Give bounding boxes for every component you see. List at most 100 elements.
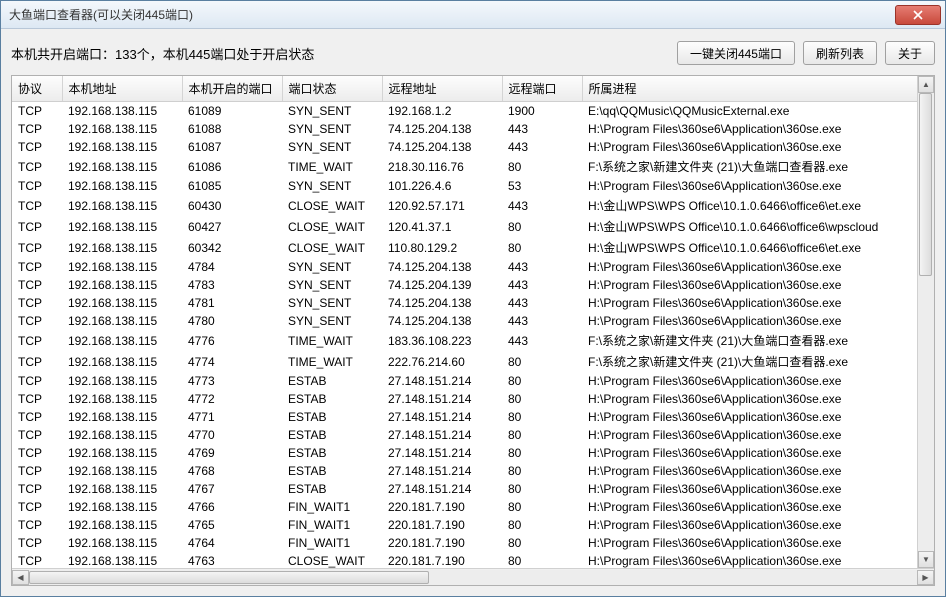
about-button[interactable]: 关于 xyxy=(885,41,935,65)
table-cell: TCP xyxy=(12,177,62,195)
column-header[interactable]: 本机地址 xyxy=(62,76,182,102)
scroll-down-button[interactable]: ▼ xyxy=(918,551,934,568)
scroll-right-button[interactable]: ▶ xyxy=(917,570,934,585)
table-cell: TCP xyxy=(12,138,62,156)
table-row[interactable]: TCP192.168.138.1154776TIME_WAIT183.36.10… xyxy=(12,330,917,351)
table-cell: 443 xyxy=(502,138,582,156)
table-cell: TCP xyxy=(12,462,62,480)
table-cell: 53 xyxy=(502,177,582,195)
table-row[interactable]: TCP192.168.138.11561088SYN_SENT74.125.20… xyxy=(12,120,917,138)
table-row[interactable]: TCP192.168.138.1154774TIME_WAIT222.76.21… xyxy=(12,351,917,372)
table-cell: 443 xyxy=(502,120,582,138)
table-row[interactable]: TCP192.168.138.1154772ESTAB27.148.151.21… xyxy=(12,390,917,408)
table-cell: 60430 xyxy=(182,195,282,216)
table-cell: TCP xyxy=(12,372,62,390)
table-row[interactable]: TCP192.168.138.11561089SYN_SENT192.168.1… xyxy=(12,102,917,121)
table-cell: 222.76.214.60 xyxy=(382,351,502,372)
close-445-button[interactable]: 一键关闭445端口 xyxy=(677,41,795,65)
table-cell: 220.181.7.190 xyxy=(382,516,502,534)
table-cell: 101.226.4.6 xyxy=(382,177,502,195)
scroll-left-button[interactable]: ◀ xyxy=(12,570,29,585)
column-header[interactable]: 端口状态 xyxy=(282,76,382,102)
table-row[interactable]: TCP192.168.138.11560430CLOSE_WAIT120.92.… xyxy=(12,195,917,216)
window-title: 大鱼端口查看器(可以关闭445端口) xyxy=(9,6,895,23)
table-row[interactable]: TCP192.168.138.1154765FIN_WAIT1220.181.7… xyxy=(12,516,917,534)
vertical-scrollbar[interactable]: ▲ ▼ xyxy=(917,76,934,568)
table-row[interactable]: TCP192.168.138.1154773ESTAB27.148.151.21… xyxy=(12,372,917,390)
window-close-button[interactable] xyxy=(895,5,941,25)
table-cell: 192.168.138.115 xyxy=(62,120,182,138)
table-row[interactable]: TCP192.168.138.11560342CLOSE_WAIT110.80.… xyxy=(12,237,917,258)
table-row[interactable]: TCP192.168.138.11561087SYN_SENT74.125.20… xyxy=(12,138,917,156)
table-cell: TCP xyxy=(12,552,62,568)
table-cell: TCP xyxy=(12,120,62,138)
column-header[interactable]: 远程地址 xyxy=(382,76,502,102)
table-cell: H:\金山WPS\WPS Office\10.1.0.6466\office6\… xyxy=(582,195,917,216)
table-cell: F:\系统之家\新建文件夹 (21)\大鱼端口查看器.exe xyxy=(582,351,917,372)
table-cell: 61085 xyxy=(182,177,282,195)
table-cell: ESTAB xyxy=(282,408,382,426)
table-row[interactable]: TCP192.168.138.1154763CLOSE_WAIT220.181.… xyxy=(12,552,917,568)
table-cell: 220.181.7.190 xyxy=(382,552,502,568)
table-row[interactable]: TCP192.168.138.11560427CLOSE_WAIT120.41.… xyxy=(12,216,917,237)
table-row[interactable]: TCP192.168.138.11561086TIME_WAIT218.30.1… xyxy=(12,156,917,177)
table-row[interactable]: TCP192.168.138.1154769ESTAB27.148.151.21… xyxy=(12,444,917,462)
table-cell: 4769 xyxy=(182,444,282,462)
table-cell: 74.125.204.138 xyxy=(382,258,502,276)
table-cell: H:\Program Files\360se6\Application\360s… xyxy=(582,276,917,294)
column-header[interactable]: 远程端口 xyxy=(502,76,582,102)
horizontal-scrollbar[interactable]: ◀ ▶ xyxy=(12,568,934,585)
table-row[interactable]: TCP192.168.138.1154780SYN_SENT74.125.204… xyxy=(12,312,917,330)
vscroll-track[interactable] xyxy=(918,93,934,551)
scroll-up-button[interactable]: ▲ xyxy=(918,76,934,93)
table-row[interactable]: TCP192.168.138.1154783SYN_SENT74.125.204… xyxy=(12,276,917,294)
column-header[interactable]: 本机开启的端口 xyxy=(182,76,282,102)
table-cell: 27.148.151.214 xyxy=(382,462,502,480)
table-cell: 74.125.204.138 xyxy=(382,120,502,138)
table-cell: 220.181.7.190 xyxy=(382,498,502,516)
table-cell: 443 xyxy=(502,312,582,330)
table-cell: 80 xyxy=(502,552,582,568)
table-cell: ESTAB xyxy=(282,480,382,498)
table-cell: 443 xyxy=(502,276,582,294)
hscroll-track[interactable] xyxy=(29,570,917,585)
table-cell: 80 xyxy=(502,216,582,237)
table-cell: H:\Program Files\360se6\Application\360s… xyxy=(582,138,917,156)
titlebar: 大鱼端口查看器(可以关闭445端口) xyxy=(1,1,945,29)
column-header[interactable]: 协议 xyxy=(12,76,62,102)
table-row[interactable]: TCP192.168.138.11561085SYN_SENT101.226.4… xyxy=(12,177,917,195)
table-cell: TIME_WAIT xyxy=(282,330,382,351)
app-window: 大鱼端口查看器(可以关闭445端口) 本机共开启端口：133个，本机445端口处… xyxy=(0,0,946,597)
table-cell: 192.168.1.2 xyxy=(382,102,502,121)
table-row[interactable]: TCP192.168.138.1154784SYN_SENT74.125.204… xyxy=(12,258,917,276)
column-header[interactable]: 所属进程 xyxy=(582,76,917,102)
status-label: 本机共开启端口：133个，本机445端口处于开启状态 xyxy=(11,44,669,63)
table-cell: 192.168.138.115 xyxy=(62,552,182,568)
table-cell: 74.125.204.138 xyxy=(382,138,502,156)
table-cell: 4767 xyxy=(182,480,282,498)
table-cell: 4770 xyxy=(182,426,282,444)
table-cell: 192.168.138.115 xyxy=(62,138,182,156)
table-cell: 192.168.138.115 xyxy=(62,177,182,195)
table-cell: H:\金山WPS\WPS Office\10.1.0.6466\office6\… xyxy=(582,216,917,237)
table-row[interactable]: TCP192.168.138.1154768ESTAB27.148.151.21… xyxy=(12,462,917,480)
table-cell: 192.168.138.115 xyxy=(62,258,182,276)
table-cell: 443 xyxy=(502,258,582,276)
vscroll-thumb[interactable] xyxy=(919,93,932,276)
table-cell: 80 xyxy=(502,444,582,462)
table-row[interactable]: TCP192.168.138.1154766FIN_WAIT1220.181.7… xyxy=(12,498,917,516)
refresh-button[interactable]: 刷新列表 xyxy=(803,41,877,65)
table-cell: 80 xyxy=(502,372,582,390)
table-row[interactable]: TCP192.168.138.1154770ESTAB27.148.151.21… xyxy=(12,426,917,444)
table-row[interactable]: TCP192.168.138.1154771ESTAB27.148.151.21… xyxy=(12,408,917,426)
table-cell: 192.168.138.115 xyxy=(62,426,182,444)
table-cell: TCP xyxy=(12,195,62,216)
table-cell: 74.125.204.138 xyxy=(382,312,502,330)
table-row[interactable]: TCP192.168.138.1154764FIN_WAIT1220.181.7… xyxy=(12,534,917,552)
table-cell: 80 xyxy=(502,351,582,372)
table-cell: 192.168.138.115 xyxy=(62,516,182,534)
table-cell: 192.168.138.115 xyxy=(62,276,182,294)
hscroll-thumb[interactable] xyxy=(29,571,429,584)
table-row[interactable]: TCP192.168.138.1154781SYN_SENT74.125.204… xyxy=(12,294,917,312)
table-row[interactable]: TCP192.168.138.1154767ESTAB27.148.151.21… xyxy=(12,480,917,498)
